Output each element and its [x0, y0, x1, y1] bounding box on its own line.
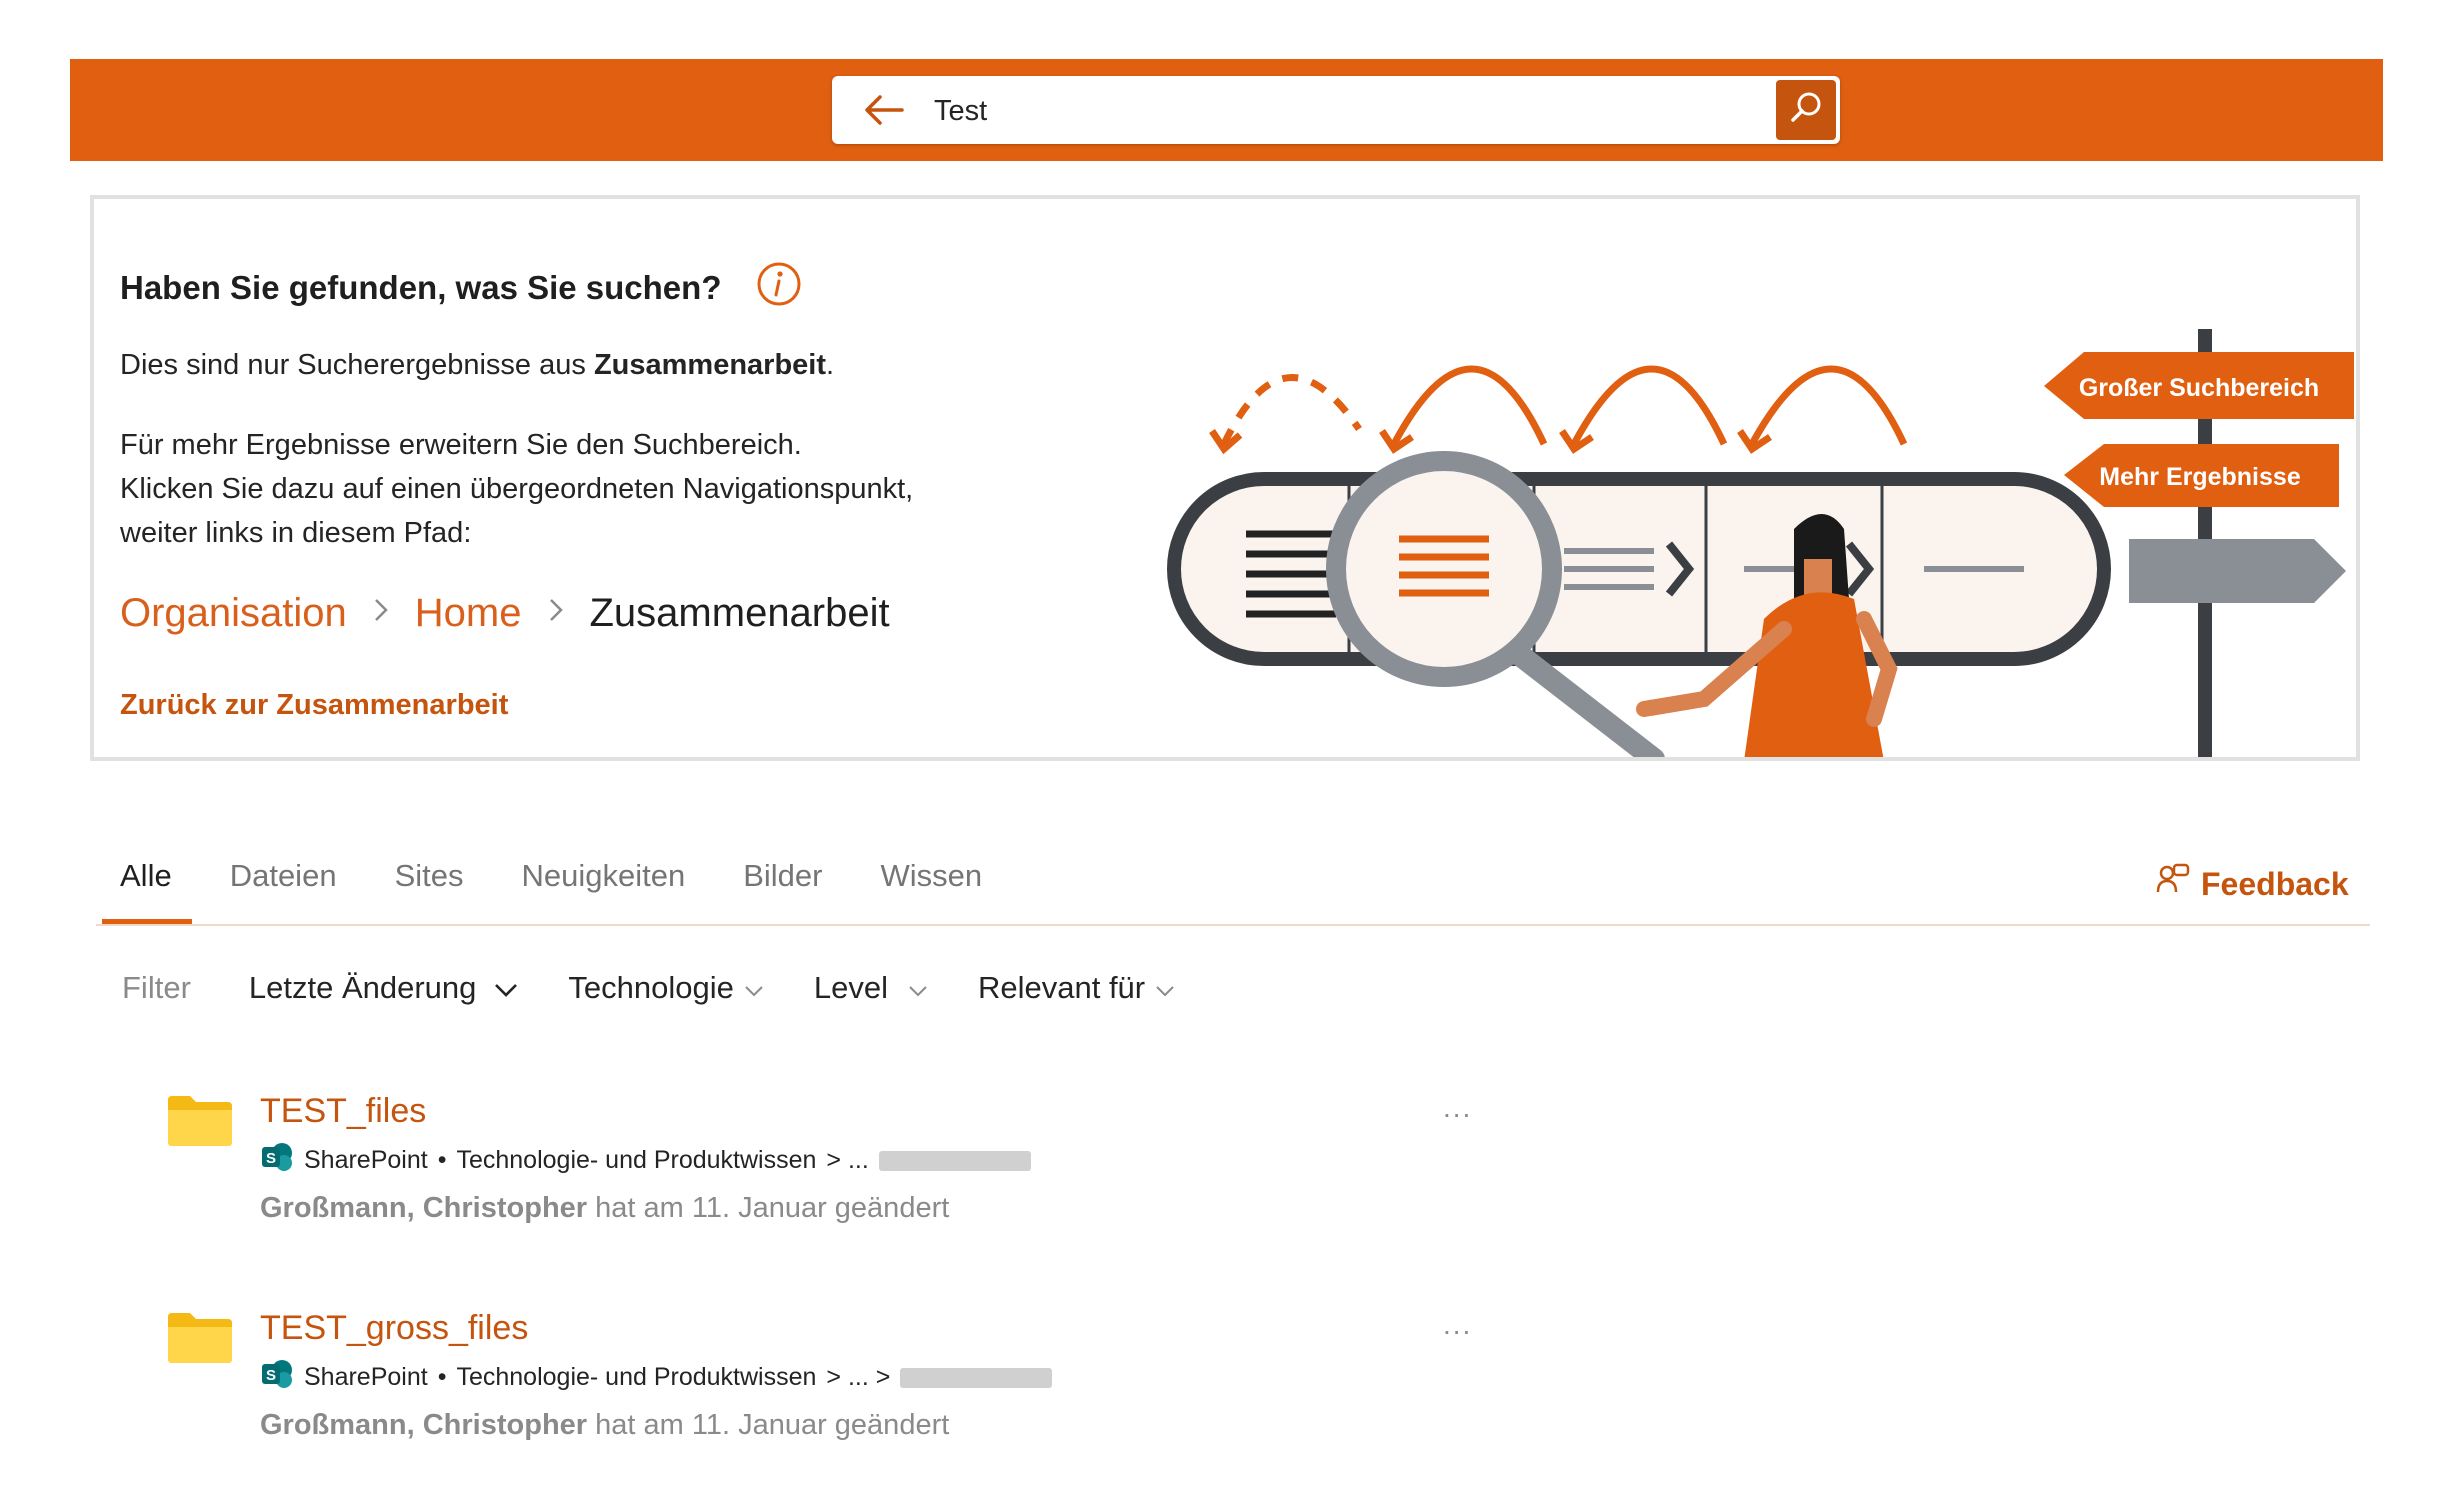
result-tabs: Alle Dateien Sites Neuigkeiten Bilder Wi…	[102, 858, 1040, 924]
more-options-button[interactable]: ...	[1443, 1092, 1472, 1124]
folder-icon	[168, 1311, 232, 1363]
result-site[interactable]: Technologie- und Produktwissen	[456, 1146, 816, 1175]
result-change-text: hat am 11. Januar geändert	[595, 1192, 950, 1224]
result-path-tail: > ... >	[826, 1363, 891, 1391]
filter-dropdown-label: Relevant für	[977, 970, 1146, 1005]
result-path: S SharePoint • Technologie- und Produktw…	[260, 1142, 1031, 1179]
tab-divider	[96, 924, 2370, 926]
result-source: SharePoint	[304, 1363, 428, 1391]
back-arrow-icon[interactable]	[862, 92, 906, 128]
redacted-path	[900, 1367, 1053, 1388]
search-scope-illustration: Großer Suchbereich Mehr Ergebnisse	[1167, 329, 2354, 757]
feedback-label: Feedback	[2201, 865, 2349, 902]
filter-label: Filter	[122, 970, 191, 1005]
chevron-right-icon	[373, 597, 389, 631]
scope-text-prefix: Dies sind nur Sucherergebnisse aus	[120, 349, 594, 381]
sign-more-results: Mehr Ergebnisse	[2099, 463, 2301, 491]
result-author: Großmann, Christopher	[260, 1409, 588, 1441]
breadcrumb-current: Zusammenarbeit	[589, 591, 890, 635]
breadcrumb-home[interactable]: Home	[415, 591, 522, 636]
scope-info-panel: Haben Sie gefunden, was Sie suchen? Dies…	[90, 195, 2360, 761]
sign-big-scope: Großer Suchbereich	[2079, 374, 2319, 402]
filter-dropdown-label: Letzte Änderung	[248, 970, 477, 1005]
result-path: S SharePoint • Technologie- und Produktw…	[260, 1359, 1053, 1396]
breadcrumb-organisation[interactable]: Organisation	[120, 591, 347, 636]
help-line: Für mehr Ergebnisse erweitern Sie den Su…	[120, 429, 802, 461]
scope-help-text: Für mehr Ergebnisse erweitern Sie den Su…	[120, 423, 913, 555]
result-item: TEST_gross_files S SharePoint • Technolo…	[168, 1309, 1488, 1459]
result-source: SharePoint	[304, 1146, 428, 1174]
feedback-icon	[2155, 862, 2201, 906]
tab-bilder[interactable]: Bilder	[743, 858, 822, 924]
filter-dropdown-label: Level	[813, 970, 888, 1005]
back-to-site-link[interactable]: Zurück zur Zusammenarbeit	[120, 689, 508, 722]
chevron-right-icon	[548, 597, 564, 631]
breadcrumb: Organisation Home Zusammenarbeit	[120, 591, 890, 636]
tab-dateien[interactable]: Dateien	[230, 858, 337, 924]
filter-relevant-for[interactable]: Relevant für	[978, 970, 1175, 1006]
result-item: TEST_files S SharePoint • Technologie- u…	[168, 1092, 1488, 1242]
result-path-tail: > ...	[826, 1146, 869, 1174]
result-author: Großmann, Christopher	[260, 1192, 588, 1224]
tab-sites[interactable]: Sites	[395, 858, 464, 924]
chevron-down-icon	[744, 970, 764, 1006]
filter-bar: Filter Letzte Änderung Technologie Level…	[122, 970, 1225, 1006]
chevron-down-icon	[1155, 970, 1175, 1006]
search-input[interactable]	[932, 88, 1696, 134]
chevron-down-icon	[908, 970, 928, 1006]
tab-alle[interactable]: Alle	[102, 858, 192, 924]
result-meta: Großmann, Christopher hat am 11. Januar …	[260, 1409, 949, 1442]
tab-wissen[interactable]: Wissen	[880, 858, 982, 924]
scope-text-site: Zusammenarbeit	[593, 349, 827, 381]
chevron-down-icon	[494, 970, 518, 1006]
folder-icon	[168, 1094, 232, 1146]
more-options-button[interactable]: ...	[1443, 1309, 1472, 1341]
info-icon[interactable]	[756, 261, 802, 307]
filter-last-modified[interactable]: Letzte Änderung	[249, 970, 519, 1006]
svg-text:S: S	[266, 1367, 276, 1384]
filter-level[interactable]: Level	[814, 970, 928, 1006]
redacted-path	[878, 1150, 1031, 1171]
scope-text: Dies sind nur Sucherergebnisse aus Zusam…	[120, 349, 834, 382]
result-bullet: •	[437, 1363, 447, 1391]
feedback-button[interactable]: Feedback	[2155, 862, 2349, 906]
panel-title: Haben Sie gefunden, was Sie suchen?	[120, 269, 722, 306]
sharepoint-icon: S	[260, 1142, 294, 1179]
result-change-text: hat am 11. Januar geändert	[595, 1409, 950, 1441]
help-line: Klicken Sie dazu auf einen übergeordnete…	[120, 473, 914, 505]
filter-technology[interactable]: Technologie	[568, 970, 763, 1006]
search-button[interactable]	[1776, 80, 1836, 140]
search-box[interactable]	[832, 76, 1840, 144]
result-title-link[interactable]: TEST_files	[260, 1092, 426, 1131]
svg-text:S: S	[266, 1150, 276, 1167]
sharepoint-icon: S	[260, 1359, 294, 1396]
result-bullet: •	[437, 1146, 447, 1174]
result-site[interactable]: Technologie- und Produktwissen	[456, 1363, 816, 1392]
scope-text-suffix: .	[826, 349, 835, 381]
help-line: weiter links in diesem Pfad:	[120, 517, 472, 549]
tab-neuigkeiten[interactable]: Neuigkeiten	[521, 858, 685, 924]
result-title-link[interactable]: TEST_gross_files	[260, 1309, 528, 1348]
result-meta: Großmann, Christopher hat am 11. Januar …	[260, 1192, 949, 1225]
search-icon	[1788, 90, 1824, 131]
filter-dropdown-label: Technologie	[568, 970, 734, 1005]
